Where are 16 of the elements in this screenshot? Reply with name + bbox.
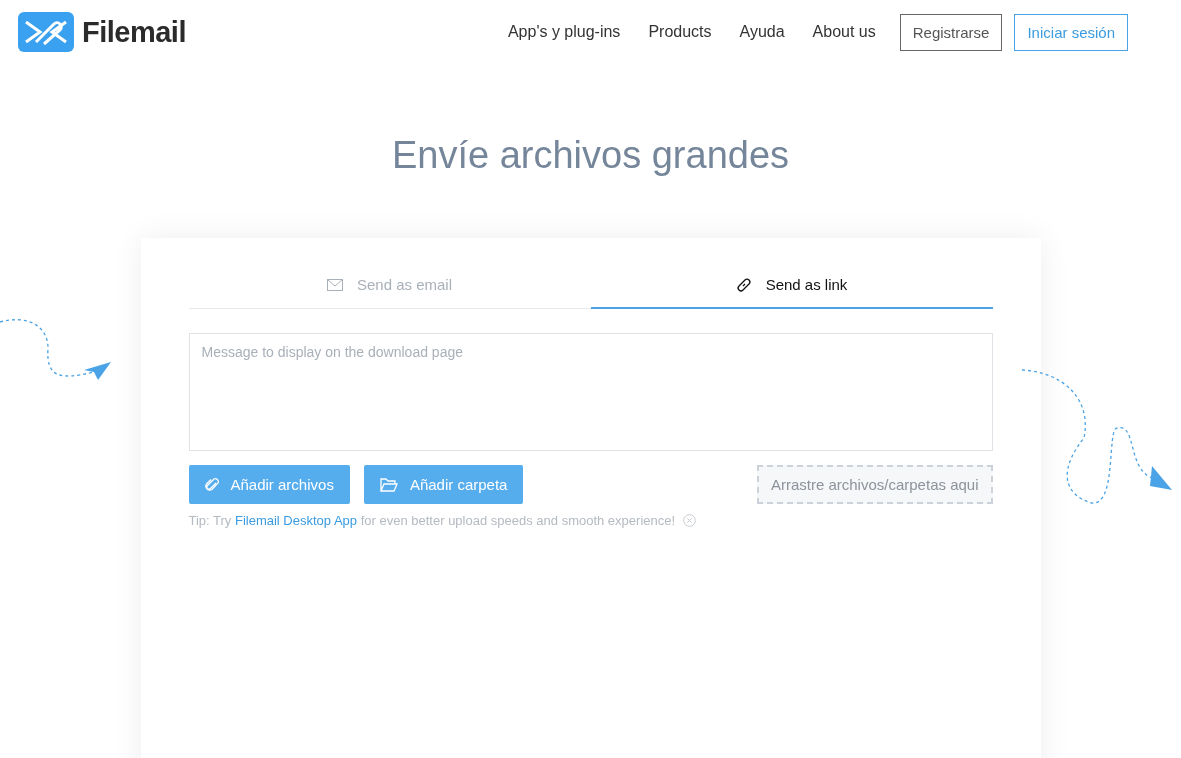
register-button[interactable]: Registrarse — [899, 13, 1003, 51]
page-title: Envíe archivos grandes — [390, 134, 791, 178]
link-icon — [735, 276, 752, 293]
message-field[interactable]: Message to display on the download page — [188, 333, 993, 451]
nav-link[interactable]: Products — [648, 23, 712, 41]
envelope-icon — [326, 278, 343, 291]
tab[interactable]: Send as link — [590, 263, 993, 309]
tip-text: Tip: Try Filemail Desktop App for even better upload speeds and smooth experience! — [188, 513, 676, 528]
logo-text[interactable]: Filemail — [82, 15, 186, 49]
nav-link[interactable]: Ayuda — [739, 23, 785, 41]
close-icon[interactable] — [683, 514, 697, 527]
nav-link[interactable]: About us — [812, 23, 876, 41]
nav-link[interactable]: App's y plug-ins — [507, 23, 621, 41]
paperclip-icon — [204, 476, 219, 493]
logo-icon — [18, 12, 74, 52]
folder-icon — [379, 477, 398, 492]
